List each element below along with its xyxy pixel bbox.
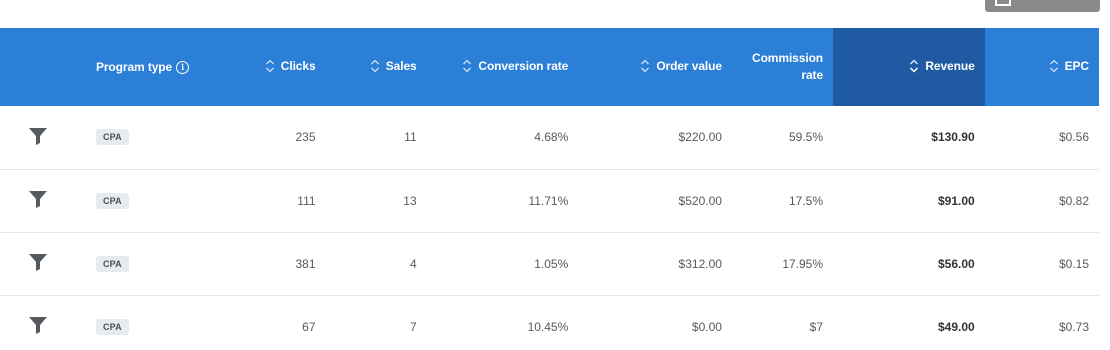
conversion-rate-cell: 10.45% [527,319,569,334]
header-conversion-rate[interactable]: Conversion rate [427,28,579,106]
epc-cell: $0.15 [1058,256,1089,271]
header-commission-rate[interactable]: Commission rate [732,28,833,106]
sales-cell: 4 [409,256,417,271]
clicks-cell: 67 [302,319,316,334]
sales-cell: 13 [403,193,417,208]
table-row: CPA 67 7 10.45% $0.00 $7 $49.00 $0.73 [0,295,1099,350]
commission-rate-cell: $7 [809,319,824,334]
sort-active-icon [910,59,919,73]
commission-rate-cell: 17.95% [782,256,824,271]
header-order-value[interactable]: Order value [578,28,732,106]
revenue-cell: $49.00 [937,319,975,334]
clicks-cell: 381 [295,256,316,271]
program-type-cell: CPA [86,106,228,169]
filter-icon[interactable] [28,252,48,272]
epc-cell: $0.56 [1058,130,1089,145]
header-epc-label: EPC [1064,58,1089,73]
header-clicks[interactable]: Clicks [227,28,325,106]
table-row: CPA 381 4 1.05% $312.00 17.95% $56.00 $0… [0,232,1099,295]
sort-icon [1049,59,1058,72]
program-type-cell: CPA [86,169,228,232]
order-value-cell: $312.00 [678,256,722,271]
revenue-cell: $56.00 [937,256,975,271]
header-program-type-label: Program type [95,59,173,74]
sort-icon [463,59,472,72]
export-icon [995,0,1011,6]
header-order-value-label: Order value [656,58,722,73]
revenue-cell: $91.00 [937,193,975,208]
export-button[interactable] [985,0,1100,12]
program-type-badge: CPA [95,129,129,146]
table-header-row: Program type i Clicks Sales Conversion r… [0,28,1099,106]
clicks-cell: 235 [295,130,316,145]
sales-cell: 11 [404,130,417,145]
header-commission-rate-line1: Commission [752,51,824,65]
commission-rate-cell: 59.5% [789,130,824,145]
header-commission-rate-line2: rate [801,68,824,82]
header-revenue[interactable]: Revenue [833,28,985,106]
filter-cell [0,232,86,295]
filter-icon[interactable] [28,315,48,335]
sales-cell: 7 [409,319,417,334]
program-type-badge: CPA [95,318,129,335]
program-type-badge: CPA [95,255,129,272]
filter-icon[interactable] [28,189,48,209]
conversion-rate-cell: 1.05% [534,256,569,271]
header-revenue-label: Revenue [925,58,975,73]
header-clicks-label: Clicks [280,58,316,73]
sort-icon [641,59,650,72]
program-type-badge: CPA [95,192,129,209]
conversion-rate-cell: 4.68% [534,130,569,145]
filter-cell [0,295,86,350]
table-row: CPA 111 13 11.71% $520.00 17.5% $91.00 $… [0,169,1099,232]
header-conversion-rate-label: Conversion rate [478,58,569,73]
commission-rate-cell: 17.5% [789,193,824,208]
header-sales-label: Sales [385,58,417,73]
program-type-cell: CPA [86,232,228,295]
performance-table: Program type i Clicks Sales Conversion r… [0,28,1099,350]
sort-icon [265,59,274,72]
header-program-type[interactable]: Program type i [86,28,228,106]
header-filter-column [0,28,86,106]
order-value-cell: $220.00 [678,130,722,145]
conversion-rate-cell: 11.71% [528,193,569,208]
table-row: CPA 235 11 4.68% $220.00 59.5% $130.90 $… [0,106,1099,169]
filter-cell [0,106,86,169]
filter-cell [0,169,86,232]
page: Program type i Clicks Sales Conversion r… [0,0,1110,350]
header-epc[interactable]: EPC [985,28,1099,106]
header-sales[interactable]: Sales [326,28,427,106]
epc-cell: $0.82 [1058,193,1089,208]
info-icon[interactable]: i [176,61,190,75]
filter-icon[interactable] [28,126,48,146]
order-value-cell: $520.00 [678,193,722,208]
program-type-cell: CPA [86,295,228,350]
sort-icon [370,59,379,72]
clicks-cell: 111 [297,193,316,208]
revenue-cell: $130.90 [931,130,975,145]
order-value-cell: $0.00 [691,319,722,334]
epc-cell: $0.73 [1058,319,1089,334]
